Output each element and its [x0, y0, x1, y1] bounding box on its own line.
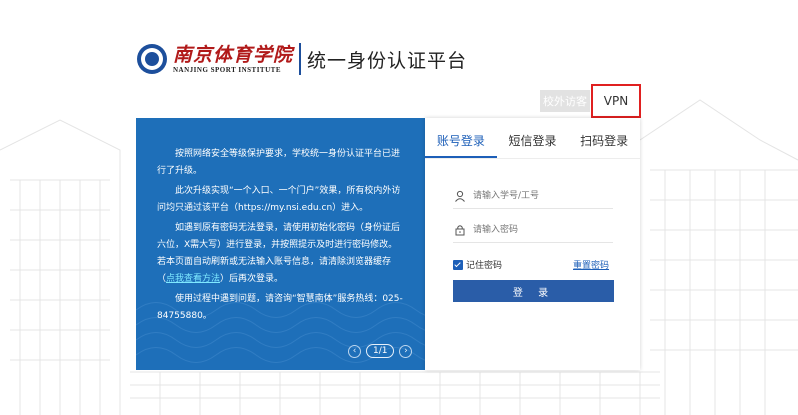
notice-paragraph: 按照网络安全等级保护要求，学校统一身份认证平台已进行了升级。	[157, 149, 401, 176]
username-field	[453, 184, 613, 209]
notice-text: 按照网络安全等级保护要求，学校统一身份认证平台已进行了升级。 此次升级实现“一个…	[157, 146, 405, 328]
password-field	[453, 218, 613, 243]
tab-account-login[interactable]: 账号登录	[425, 132, 497, 158]
notice-paragraph: 如遇到原有密码无法登录，请使用初始化密码（身份证后六位，X需大写）进行登录，并按…	[157, 220, 405, 288]
remember-checkbox[interactable]	[453, 259, 463, 270]
lock-icon	[455, 225, 465, 236]
notice-paragraph: 此次升级实现“一个入口、一个门户”效果，所有校内外访问均只通过该平台（https…	[157, 186, 401, 213]
title-divider	[299, 43, 302, 75]
school-name-en: NANJING SPORT INSTITUTE	[173, 65, 281, 74]
username-input[interactable]	[471, 190, 605, 202]
campus-visitor-link[interactable]: 校外访客	[540, 90, 590, 112]
tab-qrcode-login[interactable]: 扫码登录	[568, 132, 640, 158]
school-name-cn: 南京体育学院	[173, 43, 294, 66]
school-emblem-icon	[137, 44, 167, 74]
page-indicator: 1/1	[366, 344, 395, 358]
password-input[interactable]	[471, 224, 605, 236]
vpn-link[interactable]: VPN	[604, 94, 628, 108]
top-links: 校外访客 VPN	[540, 84, 641, 118]
user-icon	[455, 190, 465, 202]
login-button[interactable]: 登 录	[453, 280, 614, 302]
login-panel: 账号登录 短信登录 扫码登录 记住密码 重置密码 登 录	[425, 118, 640, 370]
prev-page-button[interactable]: ‹	[348, 344, 361, 358]
reset-password-link[interactable]: 重置密码	[573, 258, 609, 271]
login-tabs: 账号登录 短信登录 扫码登录	[425, 118, 640, 159]
notice-paragraph: 使用过程中遇到问题，请咨询“智慧南体”服务热线：025-84755880。	[157, 294, 403, 321]
school-logo: 南京体育学院 NANJING SPORT INSTITUTE	[173, 44, 293, 75]
page-title: 统一身份认证平台	[307, 49, 468, 72]
site-header: 南京体育学院 NANJING SPORT INSTITUTE 统一身份认证平台	[137, 40, 467, 78]
next-page-button[interactable]: ›	[399, 344, 413, 358]
remember-label: 记住密码	[466, 261, 503, 271]
view-method-link[interactable]: 点我查看方法	[166, 274, 220, 284]
notice-paragraph-part: ）后再次登录。	[220, 274, 284, 284]
tab-sms-login[interactable]: 短信登录	[497, 132, 569, 158]
notice-pager: ‹ 1/1 ›	[348, 344, 413, 358]
remember-password[interactable]: 记住密码	[453, 258, 502, 271]
vpn-highlight-box: VPN	[591, 84, 641, 118]
notice-panel: 按照网络安全等级保护要求，学校统一身份认证平台已进行了升级。 此次升级实现“一个…	[136, 118, 425, 370]
